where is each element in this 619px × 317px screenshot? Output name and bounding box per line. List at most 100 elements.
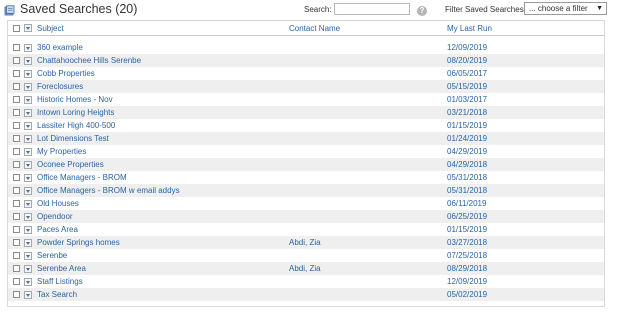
column-header-contact[interactable]: Contact Name xyxy=(289,24,340,33)
row-actions-dropdown[interactable] xyxy=(24,278,32,286)
last-run-link[interactable]: 05/15/2019 xyxy=(447,82,487,91)
subject-link[interactable]: Serenbe xyxy=(37,251,67,260)
row-actions-dropdown[interactable] xyxy=(24,44,32,52)
saved-search-icon xyxy=(4,5,15,16)
subject-link[interactable]: Opendoor xyxy=(37,212,73,221)
row-actions-dropdown[interactable] xyxy=(24,70,32,78)
subject-link[interactable]: Tax Search xyxy=(37,290,77,299)
column-header-last-run[interactable]: My Last Run xyxy=(447,24,492,33)
row-checkbox[interactable] xyxy=(13,135,20,142)
row-actions-dropdown[interactable] xyxy=(24,161,32,169)
row-checkbox[interactable] xyxy=(13,226,20,233)
last-run-link[interactable]: 01/03/2017 xyxy=(447,95,487,104)
row-actions-dropdown[interactable] xyxy=(24,83,32,91)
last-run-link[interactable]: 05/31/2018 xyxy=(447,173,487,182)
row-actions-dropdown[interactable] xyxy=(24,187,32,195)
table-row: Office Managers - BROM 05/31/2018 xyxy=(8,171,604,184)
last-run-link[interactable]: 12/09/2019 xyxy=(447,43,487,52)
subject-link[interactable]: Old Houses xyxy=(37,199,79,208)
row-actions-dropdown[interactable] xyxy=(24,239,32,247)
row-checkbox[interactable] xyxy=(13,122,20,129)
row-actions-dropdown[interactable] xyxy=(24,122,32,130)
last-run-link[interactable]: 06/11/2019 xyxy=(447,199,486,208)
row-actions-dropdown[interactable] xyxy=(24,252,32,260)
subject-link[interactable]: Office Managers - BROM w email addys xyxy=(37,186,180,195)
row-actions-dropdown[interactable] xyxy=(24,135,32,143)
table-row: Intown Loring Heights 03/21/2018 xyxy=(8,106,604,119)
subject-link[interactable]: Office Managers - BROM xyxy=(37,173,127,182)
last-run-link[interactable]: 12/09/2019 xyxy=(447,277,487,286)
table-row: Historic Homes - Nov 01/03/2017 xyxy=(8,93,604,106)
row-actions-dropdown[interactable] xyxy=(24,226,32,234)
row-checkbox[interactable] xyxy=(13,187,20,194)
table-row: Serenbe 07/25/2018 xyxy=(8,249,604,262)
subject-link[interactable]: Lot Dimensions Test xyxy=(37,134,109,143)
row-checkbox[interactable] xyxy=(13,265,20,272)
last-run-link[interactable]: 08/20/2019 xyxy=(447,56,487,65)
row-actions-dropdown[interactable] xyxy=(24,148,32,156)
subject-link[interactable]: Serenbe Area xyxy=(37,264,86,273)
subject-link[interactable]: Lassiter High 400-500 xyxy=(37,121,115,130)
row-checkbox[interactable] xyxy=(13,200,20,207)
row-checkbox[interactable] xyxy=(13,291,20,298)
last-run-link[interactable]: 04/29/2019 xyxy=(447,147,487,156)
table-row: Powder Springs homes Abdi, Zia 03/27/2018 xyxy=(8,236,604,249)
row-checkbox[interactable] xyxy=(13,174,20,181)
row-checkbox[interactable] xyxy=(13,70,20,77)
row-actions-dropdown[interactable] xyxy=(24,174,32,182)
subject-link[interactable]: Historic Homes - Nov xyxy=(37,95,113,104)
subject-link[interactable]: Chattahoochee Hills Serenbe xyxy=(37,56,141,65)
last-run-link[interactable]: 01/15/2019 xyxy=(447,121,487,130)
row-checkbox[interactable] xyxy=(13,96,20,103)
subject-link[interactable]: Intown Loring Heights xyxy=(37,108,114,117)
help-icon[interactable]: ? xyxy=(417,6,427,16)
select-all-checkbox[interactable] xyxy=(13,25,20,32)
table-row: Old Houses 06/11/2019 xyxy=(8,197,604,210)
row-actions-dropdown[interactable] xyxy=(24,213,32,221)
table-row: Opendoor 06/25/2019 xyxy=(8,210,604,223)
contact-link[interactable]: Abdi, Zia xyxy=(289,264,321,273)
last-run-link[interactable]: 08/29/2018 xyxy=(447,264,487,273)
row-checkbox[interactable] xyxy=(13,83,20,90)
row-actions-dropdown[interactable] xyxy=(24,109,32,117)
column-header-subject[interactable]: Subject xyxy=(37,24,64,33)
row-checkbox[interactable] xyxy=(13,239,20,246)
last-run-link[interactable]: 06/05/2017 xyxy=(447,69,487,78)
row-checkbox[interactable] xyxy=(13,148,20,155)
row-checkbox[interactable] xyxy=(13,57,20,64)
row-actions-dropdown[interactable] xyxy=(24,291,32,299)
last-run-link[interactable]: 05/02/2019 xyxy=(447,290,487,299)
subject-link[interactable]: My Properties xyxy=(37,147,86,156)
row-actions-dropdown[interactable] xyxy=(24,57,32,65)
last-run-link[interactable]: 05/31/2018 xyxy=(447,186,487,195)
search-input[interactable] xyxy=(334,3,410,15)
row-checkbox[interactable] xyxy=(13,44,20,51)
table-row: Cobb Properties 06/05/2017 xyxy=(8,67,604,80)
last-run-link[interactable]: 04/29/2018 xyxy=(447,160,487,169)
row-actions-dropdown[interactable] xyxy=(24,200,32,208)
row-checkbox[interactable] xyxy=(13,278,20,285)
subject-link[interactable]: Oconee Properties xyxy=(37,160,104,169)
subject-link[interactable]: Paces Area xyxy=(37,225,78,234)
subject-link[interactable]: 360 example xyxy=(37,43,83,52)
last-run-link[interactable]: 07/25/2018 xyxy=(447,251,487,260)
row-checkbox[interactable] xyxy=(13,252,20,259)
row-checkbox[interactable] xyxy=(13,161,20,168)
header-actions-dropdown[interactable] xyxy=(24,24,32,32)
table-row: Tax Search 05/02/2019 xyxy=(8,288,604,301)
subject-link[interactable]: Foreclosures xyxy=(37,82,83,91)
last-run-link[interactable]: 03/27/2018 xyxy=(447,238,487,247)
contact-link[interactable]: Abdi, Zia xyxy=(289,238,321,247)
last-run-link[interactable]: 06/25/2019 xyxy=(447,212,487,221)
last-run-link[interactable]: 01/24/2019 xyxy=(447,134,487,143)
last-run-link[interactable]: 03/21/2018 xyxy=(447,108,487,117)
subject-link[interactable]: Powder Springs homes xyxy=(37,238,120,247)
subject-link[interactable]: Cobb Properties xyxy=(37,69,95,78)
last-run-link[interactable]: 01/15/2019 xyxy=(447,225,487,234)
row-checkbox[interactable] xyxy=(13,109,20,116)
row-actions-dropdown[interactable] xyxy=(24,96,32,104)
row-actions-dropdown[interactable] xyxy=(24,265,32,273)
filter-select[interactable]: ... choose a filter ▼ xyxy=(524,2,607,15)
row-checkbox[interactable] xyxy=(13,213,20,220)
subject-link[interactable]: Staff Listings xyxy=(37,277,83,286)
